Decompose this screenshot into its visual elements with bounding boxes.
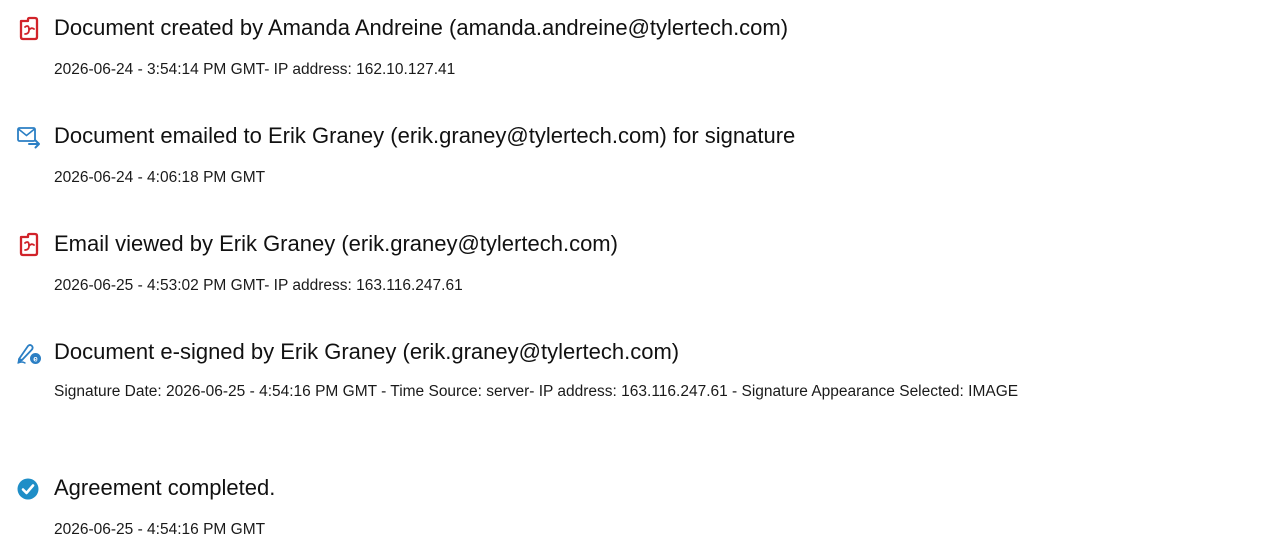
event-title: Document created by Amanda Andreine (ama… — [54, 15, 789, 40]
event-title: Email viewed by Erik Graney (erik.graney… — [54, 231, 618, 256]
email-send-icon — [16, 124, 42, 150]
pdf-document-icon — [16, 16, 42, 42]
event-detail: Signature Date: 2026-06-25 - 4:54:16 PM … — [54, 383, 1019, 400]
event-detail: 2026-06-25 - 4:54:16 PM GMT — [54, 521, 266, 538]
check-circle-icon — [16, 476, 42, 502]
event-detail: 2026-06-24 - 3:54:14 PM GMT- IP address:… — [54, 61, 456, 78]
e-sign-pen-icon: e — [16, 340, 42, 366]
event-title: Document e-signed by Erik Graney (erik.g… — [54, 339, 680, 364]
pdf-document-icon — [16, 232, 42, 258]
event-title: Document emailed to Erik Graney (erik.gr… — [54, 123, 796, 148]
event-title: Agreement completed. — [54, 475, 276, 500]
event-detail: 2026-06-25 - 4:53:02 PM GMT- IP address:… — [54, 277, 463, 294]
event-detail: 2026-06-24 - 4:06:18 PM GMT — [54, 169, 266, 186]
svg-text:e: e — [33, 355, 38, 364]
